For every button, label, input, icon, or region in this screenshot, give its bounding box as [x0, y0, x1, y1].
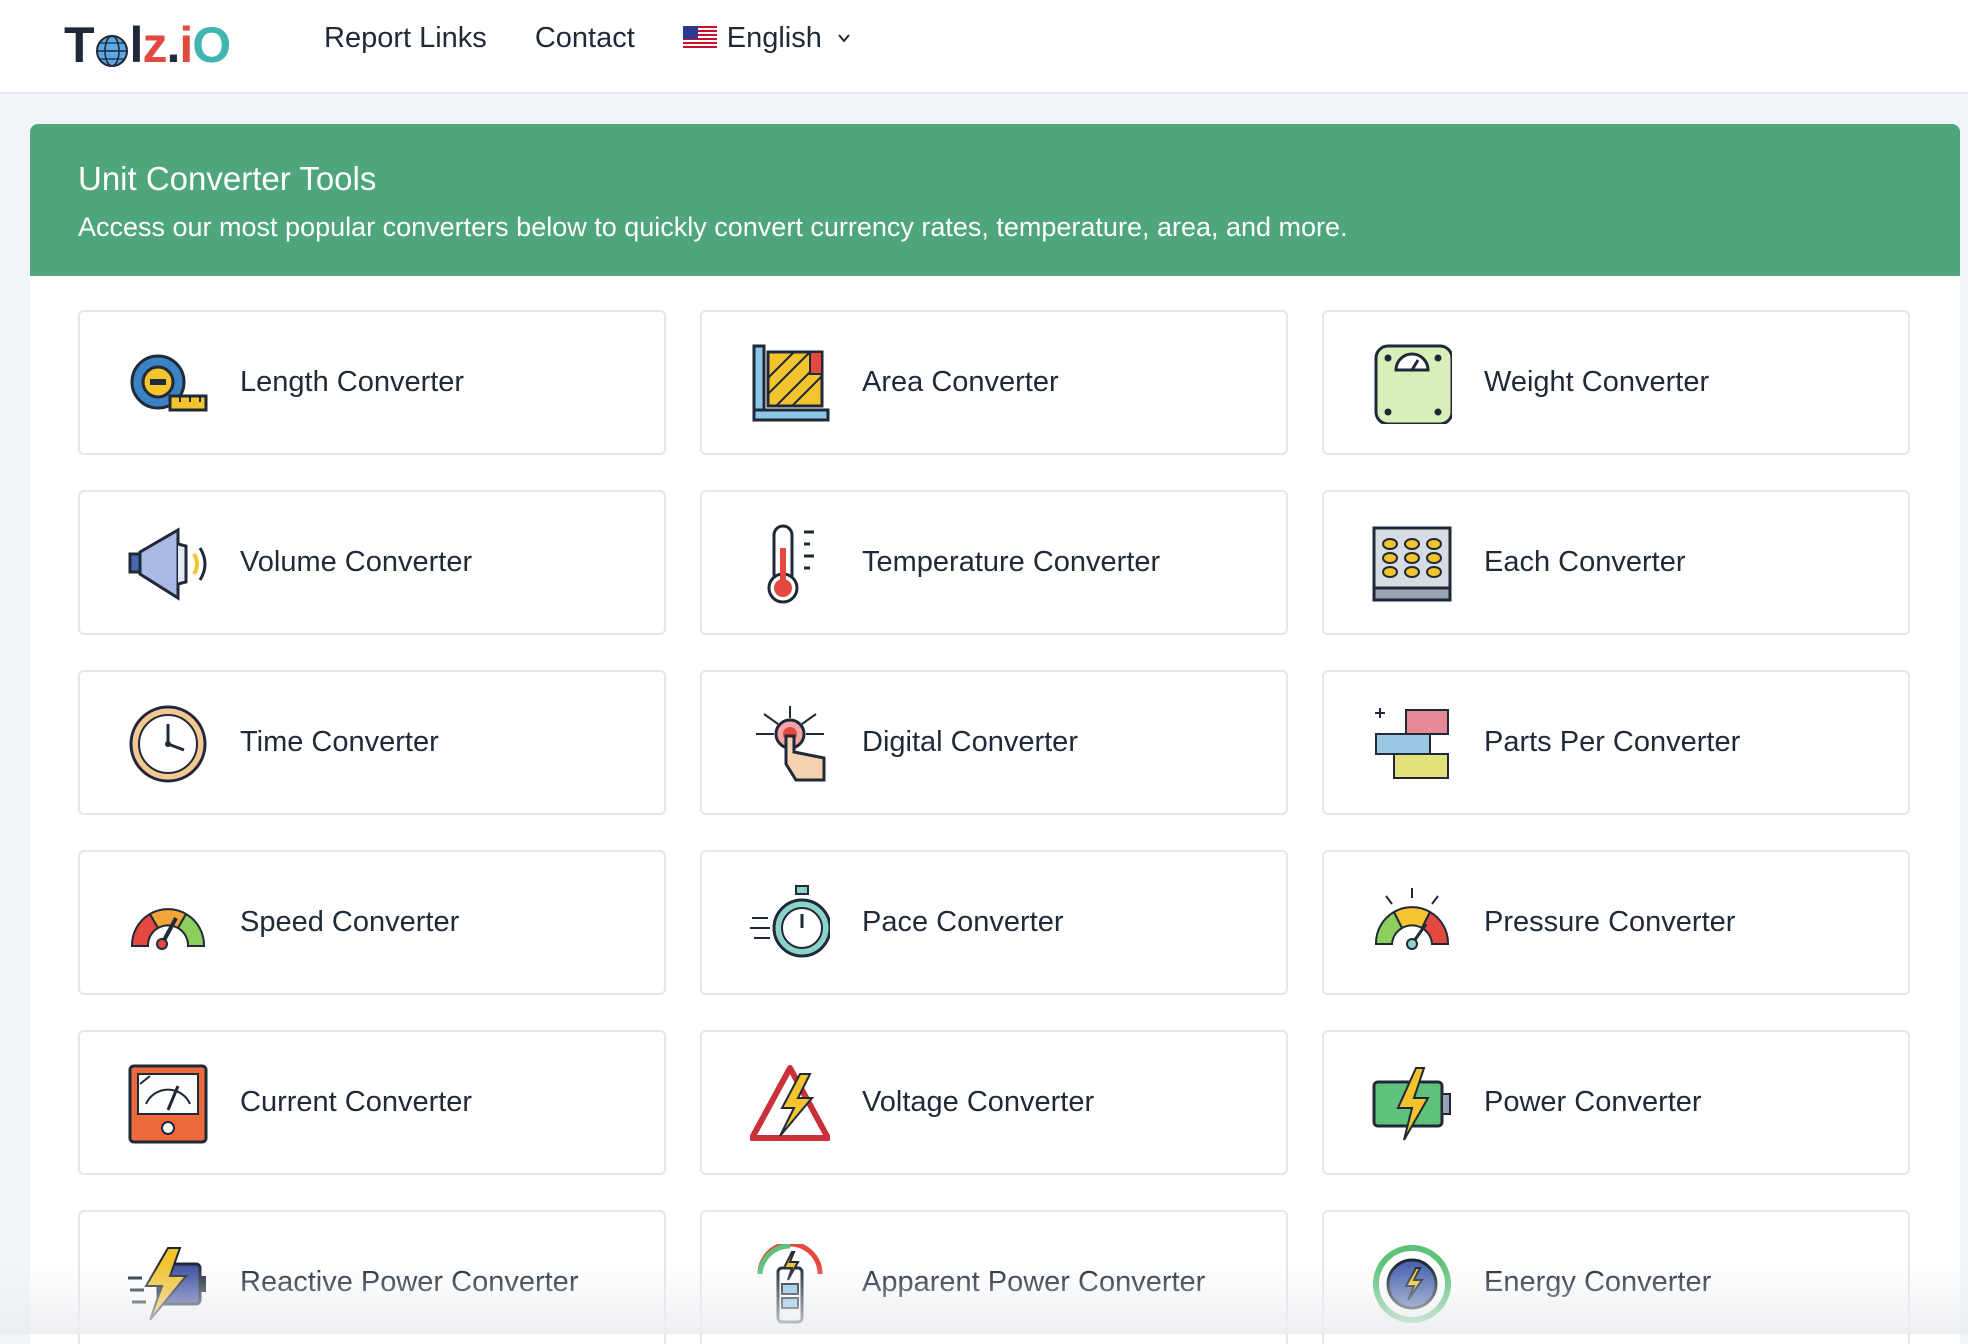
- card-power-converter[interactable]: Power Converter: [1322, 1030, 1910, 1175]
- clock-icon: [128, 704, 208, 784]
- converter-panel: Unit Converter Tools Access our most pop…: [30, 124, 1960, 1344]
- converter-label: Length Converter: [240, 366, 464, 399]
- card-speed-converter[interactable]: Speed Converter: [78, 850, 666, 995]
- converter-label: Pace Converter: [862, 906, 1064, 939]
- egg-tray-icon: [1372, 524, 1452, 604]
- converter-label: Area Converter: [862, 366, 1059, 399]
- converter-label: Parts Per Converter: [1484, 726, 1740, 759]
- converter-label: Digital Converter: [862, 726, 1078, 759]
- converter-label: Temperature Converter: [862, 546, 1160, 579]
- energy-cycle-icon: [1372, 1244, 1452, 1324]
- high-voltage-sign-icon: [750, 1064, 830, 1144]
- megaphone-icon: [128, 524, 208, 604]
- blocks-icon: [1372, 704, 1452, 784]
- battery-charge-icon: [1372, 1064, 1452, 1144]
- weighing-scale-icon: [1372, 344, 1452, 424]
- card-pace-converter[interactable]: Pace Converter: [700, 850, 1288, 995]
- converter-label: Reactive Power Converter: [240, 1266, 578, 1299]
- converter-label: Speed Converter: [240, 906, 459, 939]
- nav-report-links[interactable]: Report Links: [324, 22, 487, 55]
- card-weight-converter[interactable]: Weight Converter: [1322, 310, 1910, 455]
- nav-contact[interactable]: Contact: [535, 22, 635, 55]
- converter-label: Volume Converter: [240, 546, 472, 579]
- card-reactive-power-converter[interactable]: Reactive Power Converter: [78, 1210, 666, 1344]
- logo-letter-z: z: [142, 20, 166, 70]
- card-voltage-converter[interactable]: Voltage Converter: [700, 1030, 1288, 1175]
- site-logo[interactable]: T l z . i O: [64, 10, 230, 80]
- logo-letter-i: i: [179, 20, 192, 70]
- globe-icon: [95, 34, 129, 68]
- logo-letter-dot: .: [166, 20, 179, 70]
- card-area-converter[interactable]: Area Converter: [700, 310, 1288, 455]
- converter-label: Power Converter: [1484, 1086, 1702, 1119]
- converter-label: Each Converter: [1484, 546, 1686, 579]
- card-digital-converter[interactable]: Digital Converter: [700, 670, 1288, 815]
- card-energy-converter[interactable]: Energy Converter: [1322, 1210, 1910, 1344]
- logo-letter-l: l: [130, 20, 143, 70]
- card-each-converter[interactable]: Each Converter: [1322, 490, 1910, 635]
- card-pressure-converter[interactable]: Pressure Converter: [1322, 850, 1910, 995]
- touch-tech-icon: [750, 704, 830, 784]
- pressure-gauge-icon: [1372, 884, 1452, 964]
- language-label: English: [727, 22, 822, 55]
- thermometer-icon: [750, 524, 830, 604]
- logo-letter-t: T: [64, 20, 94, 70]
- language-selector[interactable]: English: [683, 22, 852, 55]
- card-apparent-power-converter[interactable]: Apparent Power Converter: [700, 1210, 1288, 1344]
- panel-header: Unit Converter Tools Access our most pop…: [30, 124, 1960, 276]
- converter-label: Apparent Power Converter: [862, 1266, 1205, 1299]
- chevron-down-icon: [836, 30, 852, 46]
- top-navbar: T l z . i O Report Links Contact: [0, 0, 1968, 94]
- panel-title: Unit Converter Tools: [78, 160, 1912, 198]
- main-nav: Report Links Contact English: [324, 18, 852, 58]
- tape-measure-icon: [128, 344, 208, 424]
- logo-letter-o: O: [192, 20, 230, 70]
- converter-label: Time Converter: [240, 726, 439, 759]
- converter-label: Pressure Converter: [1484, 906, 1735, 939]
- converter-label: Weight Converter: [1484, 366, 1709, 399]
- converter-label: Current Converter: [240, 1086, 472, 1119]
- us-flag-icon: [683, 26, 717, 50]
- converter-label: Voltage Converter: [862, 1086, 1094, 1119]
- card-parts-per-converter[interactable]: Parts Per Converter: [1322, 670, 1910, 815]
- area-ruler-icon: [750, 344, 830, 424]
- card-current-converter[interactable]: Current Converter: [78, 1030, 666, 1175]
- card-volume-converter[interactable]: Volume Converter: [78, 490, 666, 635]
- card-temperature-converter[interactable]: Temperature Converter: [700, 490, 1288, 635]
- speedometer-icon: [128, 884, 208, 964]
- panel-description: Access our most popular converters below…: [78, 212, 1912, 243]
- card-time-converter[interactable]: Time Converter: [78, 670, 666, 815]
- battery-gauge-icon: [750, 1244, 830, 1324]
- fast-battery-icon: [128, 1244, 208, 1324]
- converter-label: Energy Converter: [1484, 1266, 1711, 1299]
- card-length-converter[interactable]: Length Converter: [78, 310, 666, 455]
- stopwatch-icon: [750, 884, 830, 964]
- ammeter-icon: [128, 1064, 208, 1144]
